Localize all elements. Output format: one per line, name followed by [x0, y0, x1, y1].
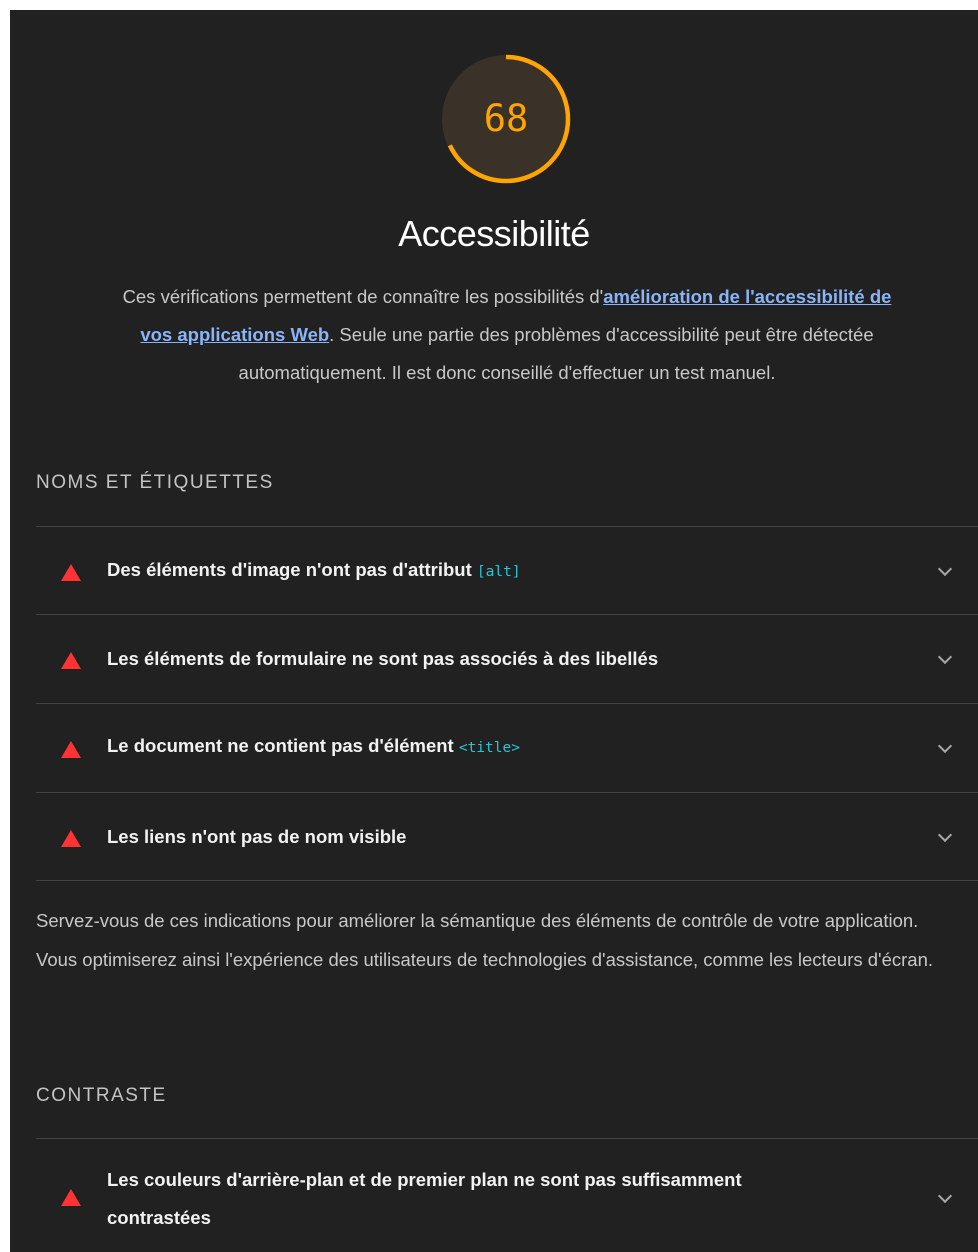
audit-title: Des éléments d'image n'ont pas d'attribu… [107, 559, 521, 581]
group-title-contrast: CONTRASTE [36, 1085, 167, 1106]
audit-title-text: Le document ne contient pas d'élément [107, 735, 454, 756]
chevron-down-icon[interactable] [937, 738, 953, 754]
warning-triangle-icon [61, 830, 81, 847]
description-text-before: Ces vérifications permettent de connaîtr… [122, 286, 604, 307]
audit-title: Les éléments de formulaire ne sont pas a… [107, 648, 659, 669]
divider [36, 880, 978, 881]
audit-title: Les couleurs d'arrière-plan et de premie… [107, 1169, 742, 1228]
audit-title-text: Des éléments d'image n'ont pas d'attribu… [107, 559, 472, 580]
audit-title: Les liens n'ont pas de nom visible [107, 826, 407, 847]
description-text-after: . Seule une partie des problèmes d'acces… [238, 324, 874, 383]
warning-triangle-icon [61, 652, 81, 669]
audit-code: <title> [458, 740, 520, 756]
audit-code: [alt] [476, 564, 521, 580]
audit-link-name[interactable]: Les liens n'ont pas de nom visible [36, 793, 978, 880]
audit-title: Le document ne contient pas d'élément <t… [107, 735, 520, 757]
chevron-down-icon[interactable] [937, 827, 953, 843]
report-panel: 68 Accessibilité Ces vérifications perme… [10, 10, 978, 1252]
chevron-down-icon[interactable] [937, 1188, 953, 1204]
score-gauge[interactable]: 68 [440, 53, 572, 185]
warning-triangle-icon [61, 564, 81, 581]
warning-triangle-icon [61, 741, 81, 758]
category-title: Accessibilité [398, 213, 590, 254]
group-title-names-labels: NOMS ET ÉTIQUETTES [36, 472, 274, 493]
audit-document-title[interactable]: Le document ne contient pas d'élément <t… [36, 704, 978, 792]
audit-color-contrast[interactable]: Les couleurs d'arrière-plan et de premie… [36, 1139, 978, 1252]
audit-image-alt[interactable]: Des éléments d'image n'ont pas d'attribu… [36, 527, 978, 614]
warning-triangle-icon [61, 1189, 81, 1206]
group-description: Servez-vous de ces indications pour amél… [36, 910, 933, 970]
category-description: Ces vérifications permettent de connaîtr… [120, 278, 894, 392]
chevron-down-icon[interactable] [937, 649, 953, 665]
audit-form-labels[interactable]: Les éléments de formulaire ne sont pas a… [36, 615, 978, 703]
score-value: 68 [483, 97, 529, 140]
chevron-down-icon[interactable] [937, 561, 953, 577]
